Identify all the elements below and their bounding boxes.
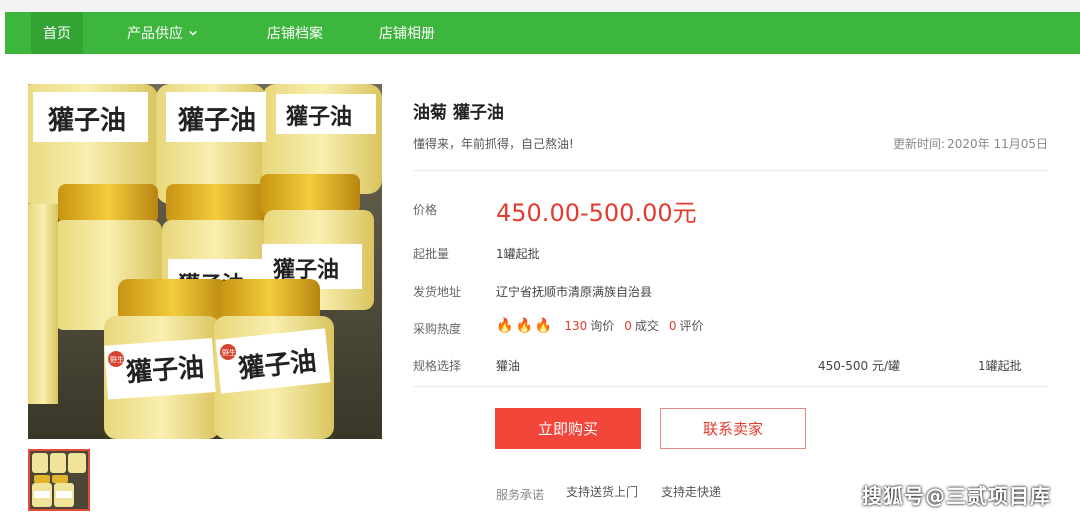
svg-text:獾子油: 獾子油 — [177, 106, 256, 136]
svg-text:獾子油: 獾子油 — [47, 106, 126, 136]
heat-label: 采购热度 — [413, 322, 462, 336]
service-delivery: 支持送货上门 — [566, 485, 639, 499]
nav-item-home[interactable]: 首页 — [31, 12, 83, 54]
product-subtitle: 懂得来，年前抓得，自己熬油! — [413, 137, 574, 151]
svg-text:野生: 野生 — [110, 355, 124, 364]
thumbnail-photo — [30, 451, 88, 509]
nav-item-label: 首页 — [43, 26, 71, 42]
product-thumbnail[interactable] — [28, 449, 90, 511]
spec-option-min: 1罐起批 — [978, 359, 1022, 373]
min-order-value: 1罐起批 — [496, 247, 540, 261]
watermark: 搜狐号@三贰项目库 — [862, 484, 1051, 508]
inquiry-count: 130 — [564, 318, 588, 333]
fire-icon: 🔥 — [496, 317, 514, 334]
nav-item-album[interactable]: 店铺相册 — [367, 12, 447, 54]
spec-option-name[interactable]: 獾油 — [496, 357, 520, 374]
chevron-down-icon — [189, 30, 197, 36]
ship-address-value: 辽宁省抚顺市清原满族自治县 — [496, 285, 653, 299]
nav-item-label: 店铺档案 — [267, 26, 323, 42]
divider — [413, 170, 1048, 171]
divider — [413, 386, 1048, 387]
inquiry-label: 询价 — [590, 319, 615, 333]
min-order-label: 起批量 — [413, 247, 450, 261]
update-time-label: 更新时间: — [893, 137, 946, 151]
svg-text:獾子油: 獾子油 — [285, 104, 352, 130]
contact-seller-button[interactable]: 联系卖家 — [660, 408, 806, 449]
product-photo: 獾子油 獾子油 獾子油 獾子油 獾子油 獾子油 獾子油 野生 野生 — [28, 84, 382, 439]
deal-label: 成交 — [634, 319, 659, 333]
price-label: 价格 — [413, 203, 438, 217]
ship-address-label: 发货地址 — [413, 285, 462, 299]
fire-icon: 🔥 — [534, 317, 553, 334]
fire-icon: 🔥 — [515, 317, 533, 334]
service-express: 支持走快递 — [661, 485, 722, 499]
top-strip — [0, 0, 1080, 12]
update-time: 更新时间: 2020年 11月05日 — [891, 135, 1048, 152]
price-value: 450.00-500.00元 — [496, 199, 697, 227]
nav-item-products[interactable]: 产品供应 — [115, 12, 209, 54]
review-label: 评价 — [679, 319, 704, 333]
navbar: 首页 产品供应 店铺档案 店铺相册 — [5, 12, 1080, 54]
review-count: 0 — [668, 318, 677, 333]
svg-text:獾子油: 獾子油 — [124, 353, 205, 388]
update-time-value: 2020年 11月05日 — [947, 137, 1048, 151]
buy-now-button[interactable]: 立即购买 — [495, 408, 641, 449]
service-label: 服务承诺 — [496, 488, 545, 502]
nav-item-label: 产品供应 — [127, 26, 183, 42]
nav-item-archive[interactable]: 店铺档案 — [255, 12, 335, 54]
heat-stats: 🔥 🔥 🔥 130 询价 0 成交 0 评价 — [496, 317, 704, 334]
product-title: 油菊 獾子油 — [413, 103, 504, 123]
product-main-image[interactable]: 獾子油 獾子油 獾子油 獾子油 獾子油 獾子油 獾子油 野生 野生 — [28, 84, 382, 439]
spec-label: 规格选择 — [413, 359, 462, 373]
spec-option-price: 450-500 元/罐 — [818, 359, 900, 373]
nav-item-label: 店铺相册 — [379, 26, 435, 42]
svg-text:野生: 野生 — [222, 348, 236, 357]
deal-count: 0 — [624, 318, 632, 333]
